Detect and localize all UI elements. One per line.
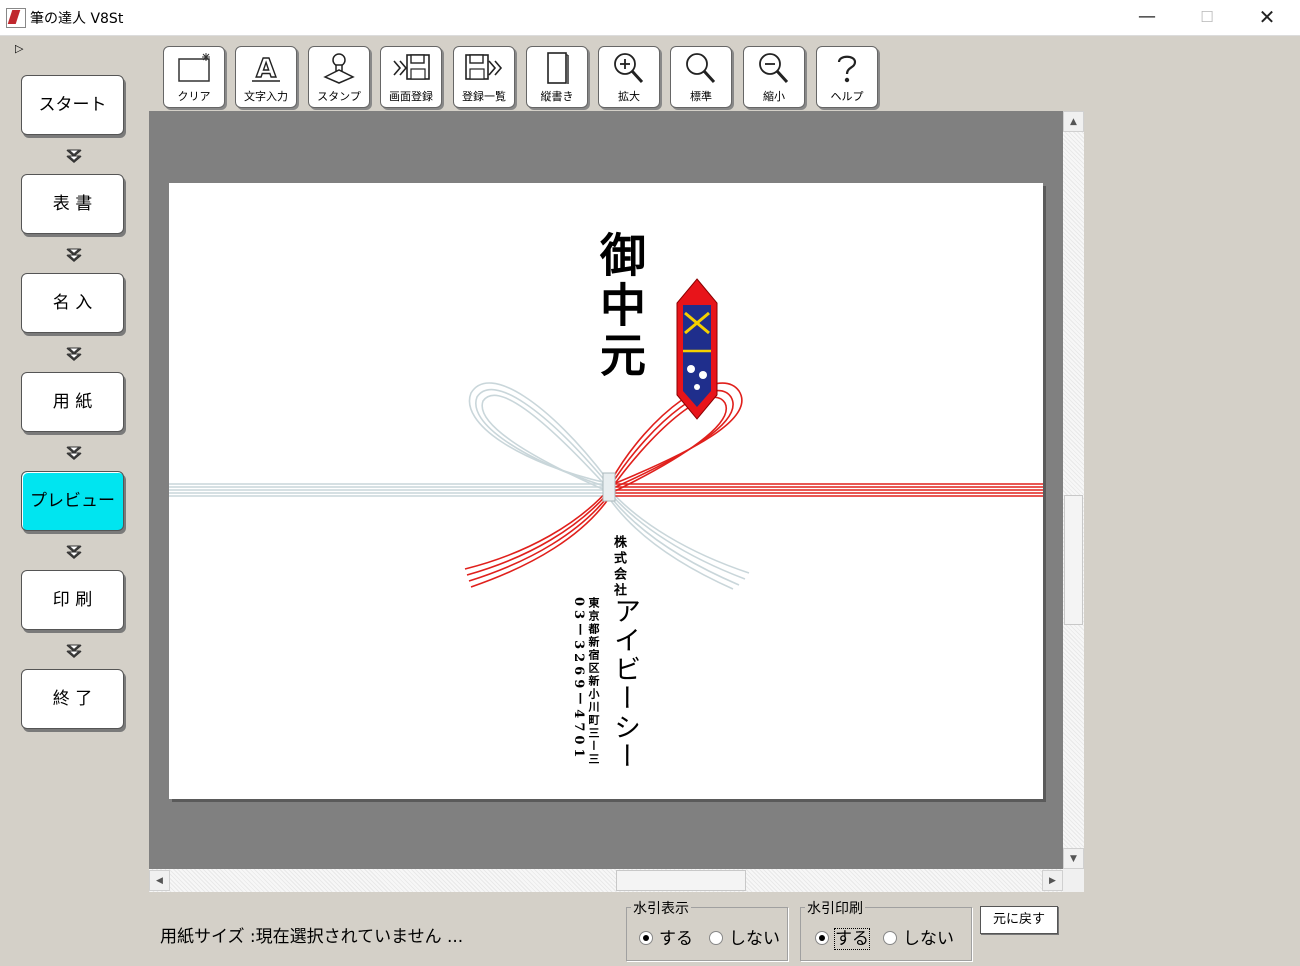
stamp-icon xyxy=(323,53,355,84)
scroll-left-icon[interactable]: ◀ xyxy=(149,870,170,891)
step-preview-button[interactable]: プレビュー xyxy=(21,471,124,531)
text-input-label: 文字入力 xyxy=(244,90,288,103)
radio-unchecked-icon xyxy=(883,931,897,945)
zoom-in-label: 拡大 xyxy=(618,90,640,103)
scroll-down-icon[interactable]: ▼ xyxy=(1063,848,1084,869)
minimize-button[interactable]: — xyxy=(1117,0,1177,34)
vertical-writing-icon xyxy=(547,52,569,84)
saved-list-label: 登録一覧 xyxy=(462,90,506,103)
save-screen-button[interactable]: 画面登録 xyxy=(380,46,442,108)
phone-text: 03ー3269ー4701 xyxy=(571,597,586,762)
app-icon xyxy=(6,8,26,28)
clear-button[interactable]: クリア xyxy=(163,46,225,108)
step-omote-button[interactable]: 表 書 xyxy=(21,174,124,234)
text-input-button[interactable]: A 文字入力 xyxy=(235,46,297,108)
watermark-print-legend: 水引印刷 xyxy=(805,898,865,918)
step-down-arrow-icon xyxy=(66,149,82,163)
watermark-display-group: 水引表示 する しない xyxy=(626,898,788,961)
watermark-print-yes-label: する xyxy=(834,928,870,950)
step-down-arrow-icon xyxy=(66,248,82,262)
watermark-print-yes-radio[interactable]: する xyxy=(815,924,870,950)
horizontal-scroll-thumb[interactable] xyxy=(616,870,746,891)
company-type-text: 株式会社 xyxy=(611,535,626,599)
step-name-button[interactable]: 名 入 xyxy=(21,273,124,333)
close-button[interactable]: ✕ xyxy=(1237,0,1297,34)
zoom-out-button[interactable]: 縮小 xyxy=(743,46,805,108)
zoom-in-button[interactable]: 拡大 xyxy=(598,46,660,108)
scroll-up-icon[interactable]: ▲ xyxy=(1063,111,1084,132)
step-start-button[interactable]: スタート xyxy=(21,75,124,135)
saved-list-icon xyxy=(465,54,503,80)
watermark-display-legend: 水引表示 xyxy=(631,898,691,918)
scroll-right-icon[interactable]: ▶ xyxy=(1042,870,1063,891)
step-down-arrow-icon xyxy=(66,644,82,658)
vertical-scroll-thumb[interactable] xyxy=(1064,495,1083,625)
maximize-button[interactable]: ☐ xyxy=(1177,0,1237,34)
vertical-scrollbar[interactable]: ▲ ▼ xyxy=(1063,111,1084,869)
step-paper-button[interactable]: 用 紙 xyxy=(21,372,124,432)
stamp-button[interactable]: スタンプ xyxy=(308,46,370,108)
radio-checked-icon xyxy=(639,931,653,945)
horizontal-scrollbar[interactable]: ◀ ▶ xyxy=(149,869,1063,892)
step-exit-button[interactable]: 終 了 xyxy=(21,669,124,729)
collapse-arrow-icon[interactable]: ▷ xyxy=(15,42,23,55)
watermark-print-no-label: しない xyxy=(903,929,954,949)
vertical-writing-button[interactable]: 縦書き xyxy=(526,46,588,108)
omote-text: 御中元 xyxy=(593,231,647,381)
watermark-display-no-label: しない xyxy=(729,929,780,949)
zoom-in-icon xyxy=(614,53,644,84)
clear-icon xyxy=(178,53,210,82)
noshi-ornament xyxy=(676,278,718,420)
help-icon xyxy=(837,55,857,83)
reset-button[interactable]: 元に戻す xyxy=(980,906,1058,934)
text-input-icon: A xyxy=(252,53,280,85)
save-screen-label: 画面登録 xyxy=(389,90,433,103)
step-print-button[interactable]: 印 刷 xyxy=(21,570,124,630)
zoom-standard-button[interactable]: 標準 xyxy=(670,46,732,108)
save-screen-icon xyxy=(393,54,430,80)
step-down-arrow-icon xyxy=(66,347,82,361)
zoom-standard-icon xyxy=(686,53,716,84)
watermark-print-no-radio[interactable]: しない xyxy=(883,924,954,949)
window-title: 筆の達人 V8St xyxy=(30,11,124,27)
paper-size-status: 用紙サイズ :現在選択されていません ... xyxy=(160,927,464,947)
watermark-display-yes-label: する xyxy=(659,929,693,949)
help-label: ヘルプ xyxy=(830,90,864,103)
vertical-writing-label: 縦書き xyxy=(540,90,574,103)
preview-canvas[interactable]: 御中元 株式会社 アイビーシー 東京都新宿区新小川町三ー三 03ー3269ー47… xyxy=(149,111,1063,869)
radio-unchecked-icon xyxy=(709,931,723,945)
svg-text:A: A xyxy=(256,54,276,84)
saved-list-button[interactable]: 登録一覧 xyxy=(453,46,515,108)
stamp-label: スタンプ xyxy=(317,90,361,103)
help-button[interactable]: ヘルプ xyxy=(816,46,878,108)
step-down-arrow-icon xyxy=(66,545,82,559)
zoom-out-label: 縮小 xyxy=(763,90,785,103)
radio-checked-icon xyxy=(815,931,829,945)
title-bar: 筆の達人 V8St — ☐ ✕ xyxy=(0,0,1300,36)
watermark-display-yes-radio[interactable]: する xyxy=(639,924,693,949)
zoom-standard-label: 標準 xyxy=(690,90,712,103)
watermark-display-no-radio[interactable]: しない xyxy=(709,924,780,949)
step-down-arrow-icon xyxy=(66,446,82,460)
zoom-out-icon xyxy=(759,53,789,84)
noshi-paper: 御中元 株式会社 アイビーシー 東京都新宿区新小川町三ー三 03ー3269ー47… xyxy=(169,183,1043,799)
company-name-text: アイビーシー xyxy=(609,597,640,771)
watermark-print-group: 水引印刷 する しない xyxy=(800,898,972,961)
clear-label: クリア xyxy=(177,90,211,103)
scroll-corner xyxy=(1063,869,1084,892)
